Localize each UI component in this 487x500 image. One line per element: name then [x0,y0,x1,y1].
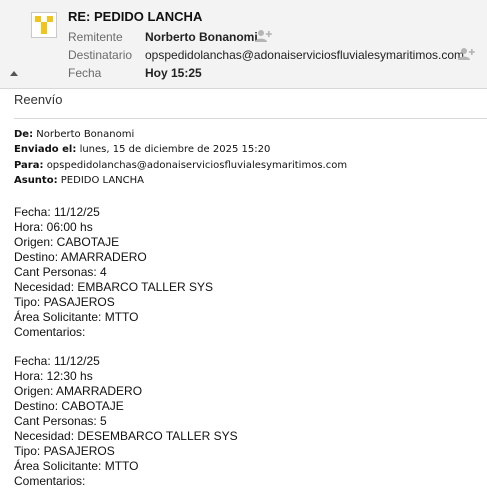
meta-subject: Asunto: PEDIDO LANCHA [14,174,144,186]
body-line: Tipo: PASAJEROS [14,444,115,458]
meta-sent: Enviado el: lunes, 15 de diciembre de 20… [14,144,271,156]
forward-heading: Reenvío [14,92,63,107]
recipient-label: Destinatario [68,48,133,62]
body-line: Comentarios: [14,324,86,339]
collapse-arrow-icon[interactable] [10,71,18,76]
meta-to: Para: opspedidolanchas@adonaiserviciosfl… [14,159,348,171]
body-line: Necesidad: EMBARCO TALLER SYS [14,279,213,294]
body-line: Destino: CABOTAJE [14,399,124,414]
body-line: Cant Personas: 4 [14,264,107,279]
body-line: Área Solicitante: MTTO [14,309,139,324]
sender-label: Remitente [68,30,123,44]
body-line: Área Solicitante: MTTO [14,458,139,473]
message-header: RE: PEDIDO LANCHA Remitente Norberto Bon… [0,0,487,89]
body-line: Hora: 06:00 hs [14,219,93,234]
body-line: Comentarios: [14,473,86,488]
app-logo-icon [31,12,57,38]
date-label: Fecha [68,66,102,80]
body-line: Tipo: PASAJEROS [14,294,115,309]
add-contact-icon[interactable] [255,29,273,43]
quoted-headers: De: Norberto Bonanomi Enviado el: lunes,… [14,127,347,188]
divider [14,118,487,119]
body-line: Origen: CABOTAJE [14,234,120,249]
body-line: Origen: AMARRADERO [14,384,143,399]
add-contact-icon[interactable] [458,47,476,61]
recipient-address[interactable]: opspedidolanchas@adonaiserviciosfluviale… [145,48,464,62]
sender-name[interactable]: Norberto Bonanomi [145,30,258,44]
message-body: Fecha: 11/12/25 Hora: 06:00 hs Origen: C… [14,205,238,489]
body-line: Fecha: 11/12/25 [14,354,100,369]
body-line: Fecha: 11/12/25 [14,205,100,219]
message-subject: RE: PEDIDO LANCHA [68,9,203,24]
date-value: Hoy 15:25 [145,66,202,80]
body-line: Hora: 12:30 hs [14,369,93,384]
body-line: Cant Personas: 5 [14,414,107,429]
meta-from: De: Norberto Bonanomi [14,129,135,140]
body-line: Necesidad: DESEMBARCO TALLER SYS [14,429,238,444]
body-line: Destino: AMARRADERO [14,249,147,264]
